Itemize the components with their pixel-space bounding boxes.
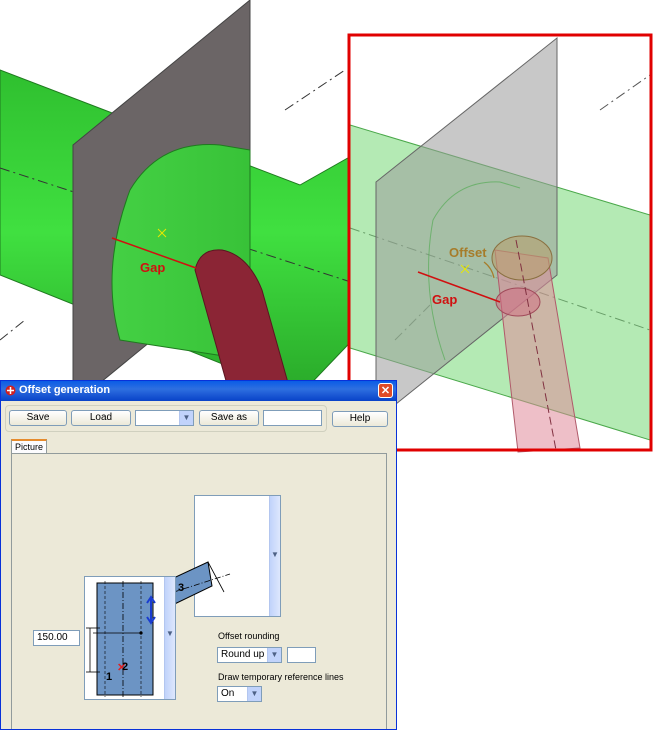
chevron-down-icon: ▼ xyxy=(267,648,281,662)
offset-rounding-value: Round up xyxy=(221,649,265,660)
offset-value-input[interactable]: 150.00 xyxy=(33,630,80,646)
draw-lines-select[interactable]: On ▼ xyxy=(217,686,262,702)
list-scrollbar[interactable]: ▼ xyxy=(269,496,280,616)
diagram-number-2: 2 xyxy=(122,661,129,673)
close-button[interactable]: ✕ xyxy=(378,383,393,398)
diagram-number-1: 1 xyxy=(106,671,113,683)
close-icon: ✕ xyxy=(380,385,391,397)
chevron-down-icon: ▼ xyxy=(166,629,174,638)
chevron-down-icon: ▼ xyxy=(179,411,193,425)
left-scene: Gap xyxy=(0,0,363,407)
diagram-number-3: 3 xyxy=(178,582,185,594)
save-as-button[interactable]: Save as xyxy=(199,410,259,426)
chevron-down-icon: ▼ xyxy=(247,687,261,701)
save-button[interactable]: Save xyxy=(9,410,67,426)
dimension-line xyxy=(86,627,100,673)
axis-line-3 xyxy=(0,319,26,341)
app-icon xyxy=(5,385,16,396)
gap-label-left: Gap xyxy=(140,260,165,275)
main-pipe-diagram: ✕ xyxy=(93,581,156,697)
offset-rounding-field[interactable] xyxy=(287,647,316,663)
help-button[interactable]: Help xyxy=(332,411,388,427)
gap-label-right: Gap xyxy=(432,292,457,307)
tab-picture[interactable]: Picture xyxy=(11,439,47,454)
chevron-down-icon: ▼ xyxy=(271,550,279,559)
title-bar[interactable]: Offset generation ✕ xyxy=(1,381,396,401)
offset-rounding-label: Offset rounding xyxy=(218,631,280,641)
offset-rounding-select[interactable]: Round up ▼ xyxy=(217,647,282,663)
draw-lines-value: On xyxy=(221,688,235,699)
branch-top-right xyxy=(491,235,553,281)
load-button[interactable]: Load xyxy=(71,410,131,426)
offset-label-right: Offset xyxy=(449,245,487,260)
tab-panel-picture: ▼ 3 ✕ ▼ 2 1 150.00 Offset rounding Round… xyxy=(11,453,387,729)
axis-line-2 xyxy=(284,69,346,111)
picture-scrollbar[interactable]: ▼ xyxy=(164,577,175,699)
branch-cut-right xyxy=(495,287,541,317)
save-as-field[interactable] xyxy=(263,410,322,426)
preset-select[interactable]: ▼ xyxy=(135,410,194,426)
dialog-title: Offset generation xyxy=(19,384,111,396)
draw-lines-label: Draw temporary reference lines xyxy=(218,672,344,682)
offset-generation-dialog: Offset generation ✕ Save Load ▼ Save as … xyxy=(0,380,397,730)
